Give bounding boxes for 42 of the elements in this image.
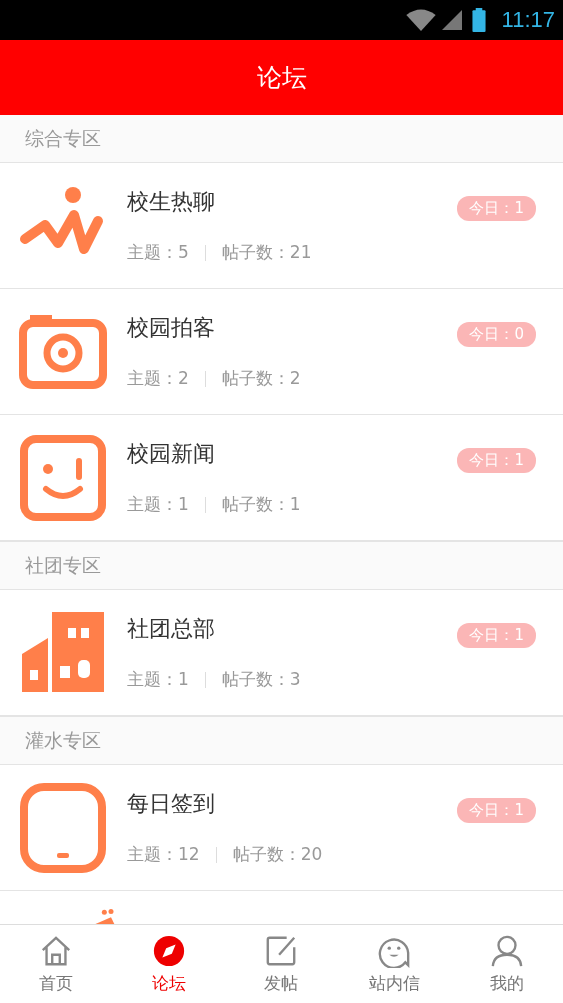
- today-badge: 今日：1: [457, 196, 536, 221]
- tab[interactable]: 发帖: [225, 925, 338, 1003]
- clock: 11:17: [501, 7, 555, 33]
- section-title: 综合专区: [25, 125, 101, 151]
- smiley-icon: [18, 432, 108, 523]
- post-count: 帖子数：3: [221, 668, 301, 691]
- today-badge: 今日：1: [457, 798, 536, 823]
- tablet-icon: [18, 782, 108, 873]
- forum-name: 校生热聊: [127, 188, 216, 216]
- page-title: 论坛: [256, 62, 307, 94]
- forum-name: 每日签到: [127, 790, 216, 818]
- tab[interactable]: 我的: [450, 925, 563, 1003]
- user-icon: [489, 933, 524, 968]
- post-count: 帖子数：2: [221, 367, 301, 390]
- topic-count: 主题：1: [127, 493, 189, 516]
- forum-row[interactable]: 校园拍客 主题：2 帖子数：2 今日：0: [0, 289, 563, 415]
- forum-row[interactable]: 社团总部 主题：1 帖子数：3 今日：1: [0, 590, 563, 716]
- today-badge: 今日：1: [457, 448, 536, 473]
- post-count: 帖子数：20: [232, 843, 323, 866]
- post-count: 帖子数：1: [221, 493, 301, 516]
- battery-icon: [471, 8, 486, 32]
- tab[interactable]: 首页: [0, 925, 113, 1003]
- forum-row[interactable]: 每日签到 主题：12 帖子数：20 今日：1: [0, 765, 563, 891]
- signal-icon: [441, 10, 462, 30]
- today-badge: 今日：1: [457, 623, 536, 648]
- today-badge: 今日：0: [457, 322, 536, 347]
- topic-count: 主题：12: [127, 843, 200, 866]
- forum-name: 校园新闻: [127, 440, 216, 468]
- forum-row[interactable]: 校园新闻 主题：1 帖子数：1 今日：1: [0, 415, 563, 541]
- forum-row[interactable]: 校生热聊 主题：5 帖子数：21 今日：1: [0, 163, 563, 289]
- section-title: 灌水专区: [25, 727, 101, 753]
- topic-count: 主题：2: [127, 367, 189, 390]
- post-count: 帖子数：21: [221, 241, 312, 264]
- forum-name: 校园拍客: [127, 314, 216, 342]
- tab[interactable]: 站内信: [337, 925, 451, 1003]
- topic-count: 主题：1: [127, 668, 189, 691]
- compass-icon: [151, 933, 186, 968]
- wifi-icon: [405, 9, 436, 31]
- forum-name: 社团总部: [127, 615, 216, 643]
- tab[interactable]: 论坛: [112, 925, 226, 1003]
- section-title: 社团专区: [25, 552, 101, 578]
- topic-count: 主题：5: [127, 241, 189, 264]
